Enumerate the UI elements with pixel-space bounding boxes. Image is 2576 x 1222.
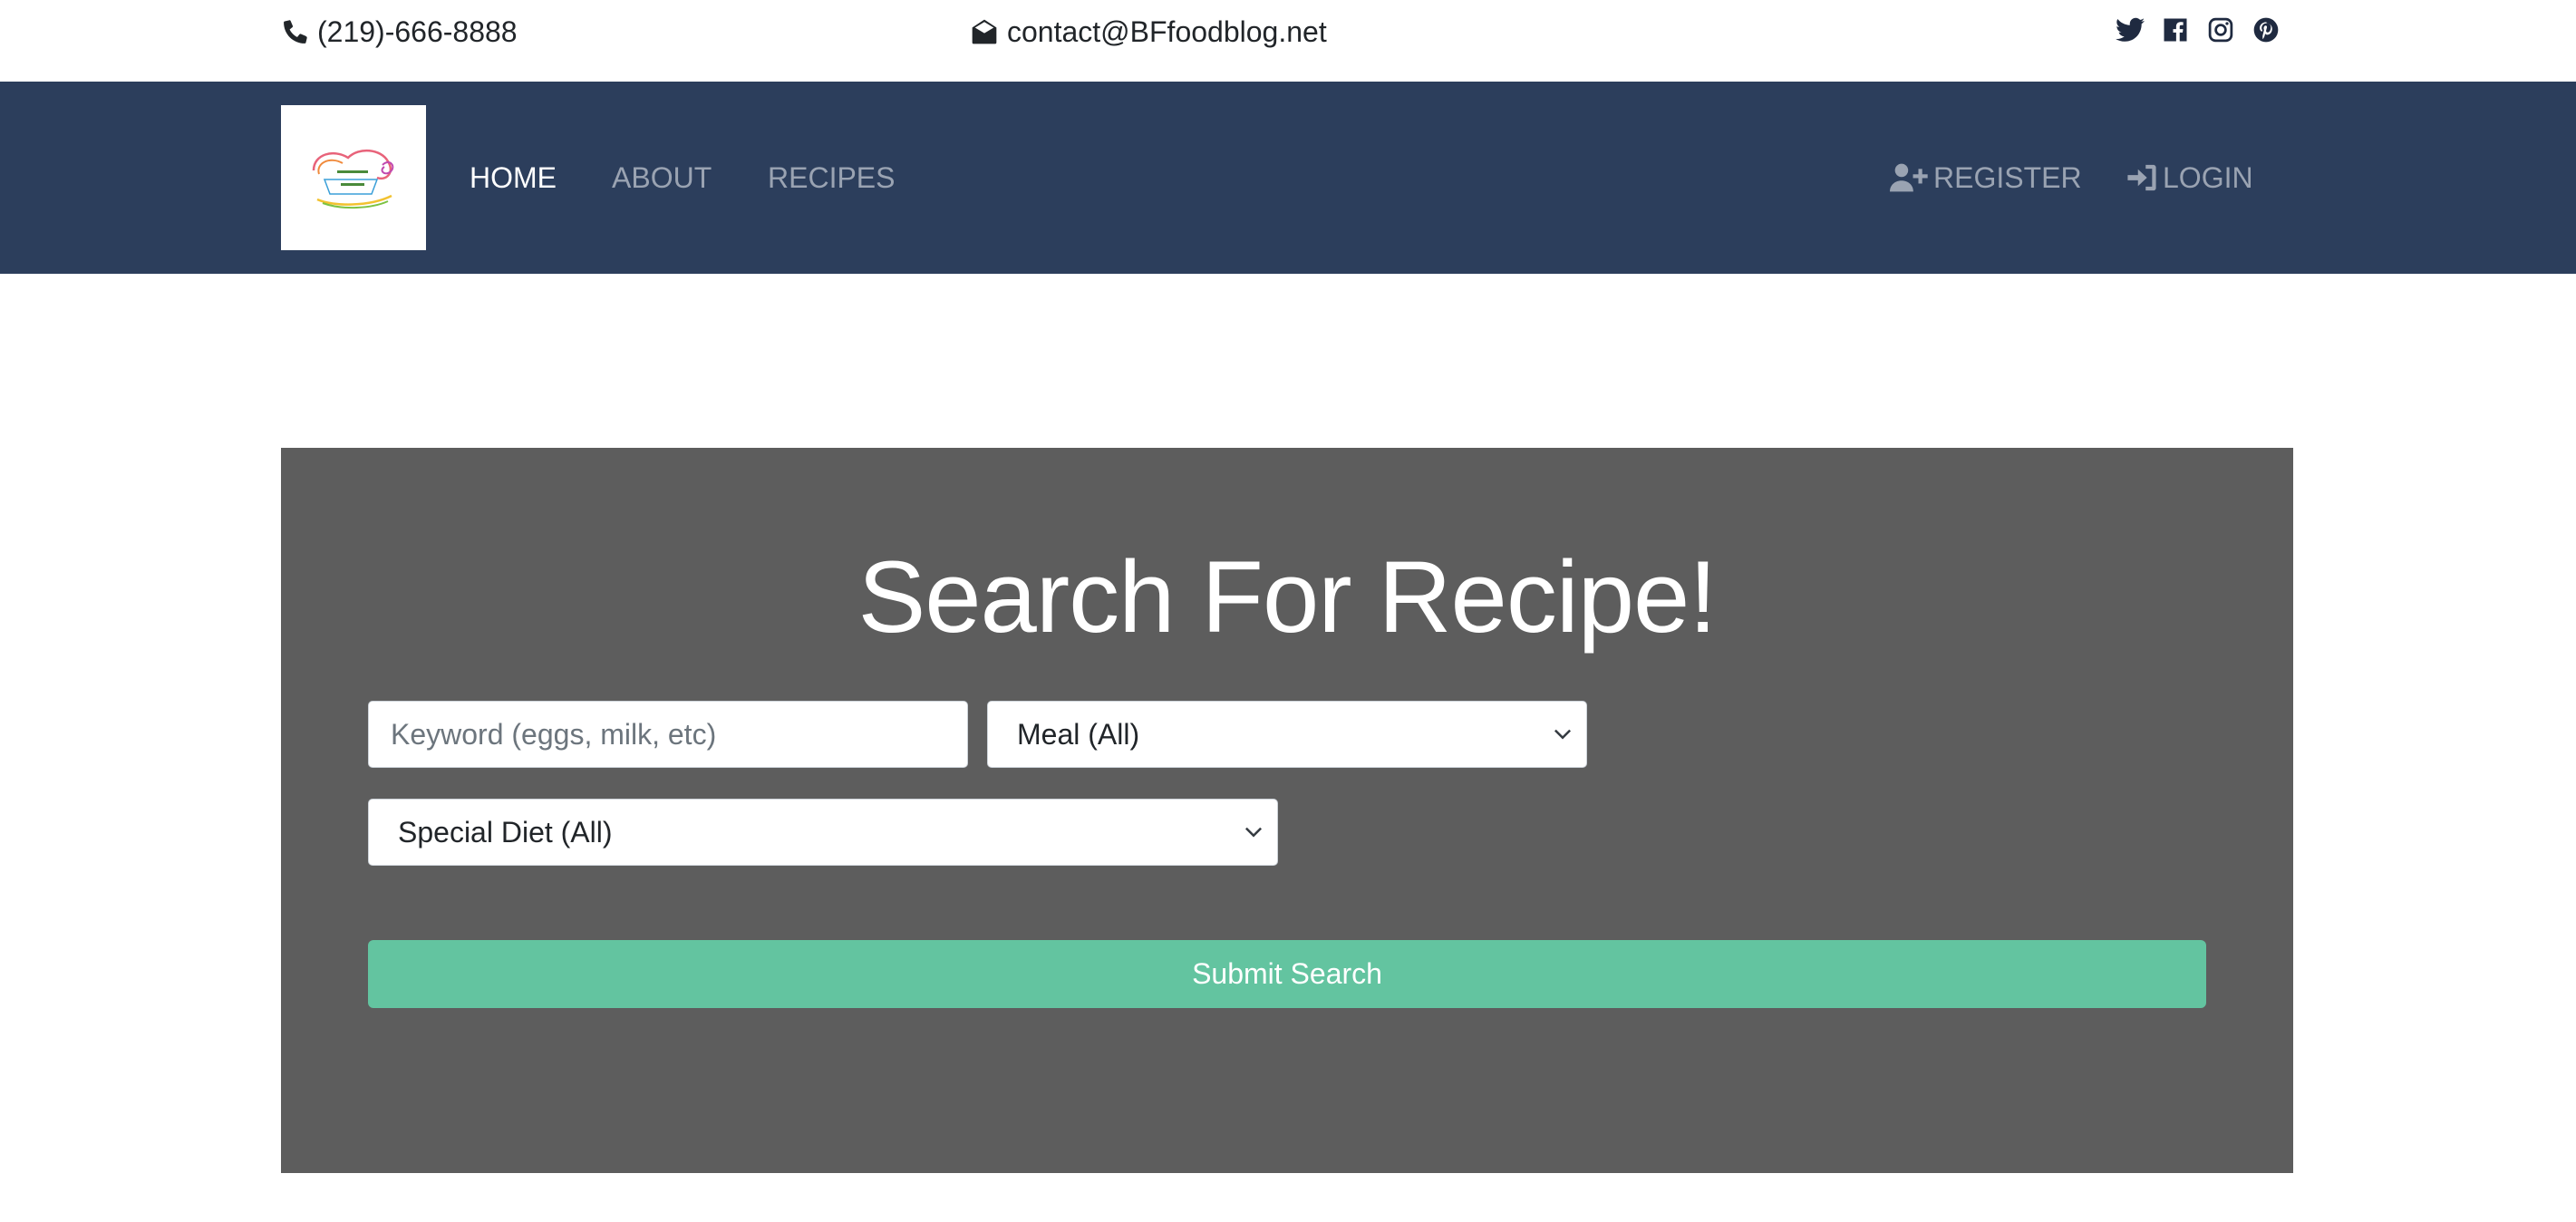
search-title: Search For Recipe!: [857, 540, 1718, 654]
nav-about[interactable]: ABOUT: [612, 160, 712, 196]
envelope-open-icon: [969, 17, 1000, 46]
facebook-icon[interactable]: [2160, 15, 2191, 45]
social-links: [2115, 15, 2296, 45]
email-contact[interactable]: contact@BFfoodblog.net: [969, 13, 1327, 51]
nav-recipes[interactable]: RECIPES: [768, 160, 895, 196]
nav-login-label: LOGIN: [2163, 161, 2253, 194]
meal-select-value: Meal (All): [1017, 717, 1140, 751]
chevron-down-icon: [1244, 826, 1263, 839]
twitter-icon[interactable]: [2115, 15, 2145, 45]
meal-select[interactable]: Meal (All): [987, 701, 1587, 768]
recipe-search-panel: Search For Recipe! Meal (All) Special Di…: [281, 448, 2293, 1173]
sign-in-icon: [2126, 163, 2157, 192]
phone-icon: [281, 17, 310, 46]
nav-register[interactable]: REGISTER: [1890, 160, 2082, 196]
diet-select-value: Special Diet (All): [398, 815, 613, 849]
nav-register-label: REGISTER: [1933, 161, 2082, 194]
nav-home[interactable]: HOME: [470, 160, 557, 196]
keyword-input[interactable]: [368, 701, 968, 768]
phone-number: (219)-666-8888: [317, 15, 518, 48]
instagram-icon[interactable]: [2205, 15, 2236, 45]
user-plus-icon: [1890, 162, 1928, 193]
special-diet-select[interactable]: Special Diet (All): [368, 799, 1278, 866]
email-address: contact@BFfoodblog.net: [1007, 15, 1327, 48]
logo-graphic: [312, 150, 394, 209]
top-contact-bar: (219)-666-8888 contact@BFfoodblog.net: [0, 0, 2576, 82]
main-navbar: HOME ABOUT RECIPES REGISTER LOGIN: [0, 82, 2576, 274]
site-logo[interactable]: [281, 105, 426, 250]
pinterest-icon[interactable]: [2251, 15, 2281, 45]
nav-login[interactable]: LOGIN: [2126, 160, 2253, 196]
phone-contact[interactable]: (219)-666-8888: [281, 13, 518, 51]
chevron-down-icon: [1554, 728, 1572, 741]
submit-search-button[interactable]: Submit Search: [368, 940, 2206, 1008]
